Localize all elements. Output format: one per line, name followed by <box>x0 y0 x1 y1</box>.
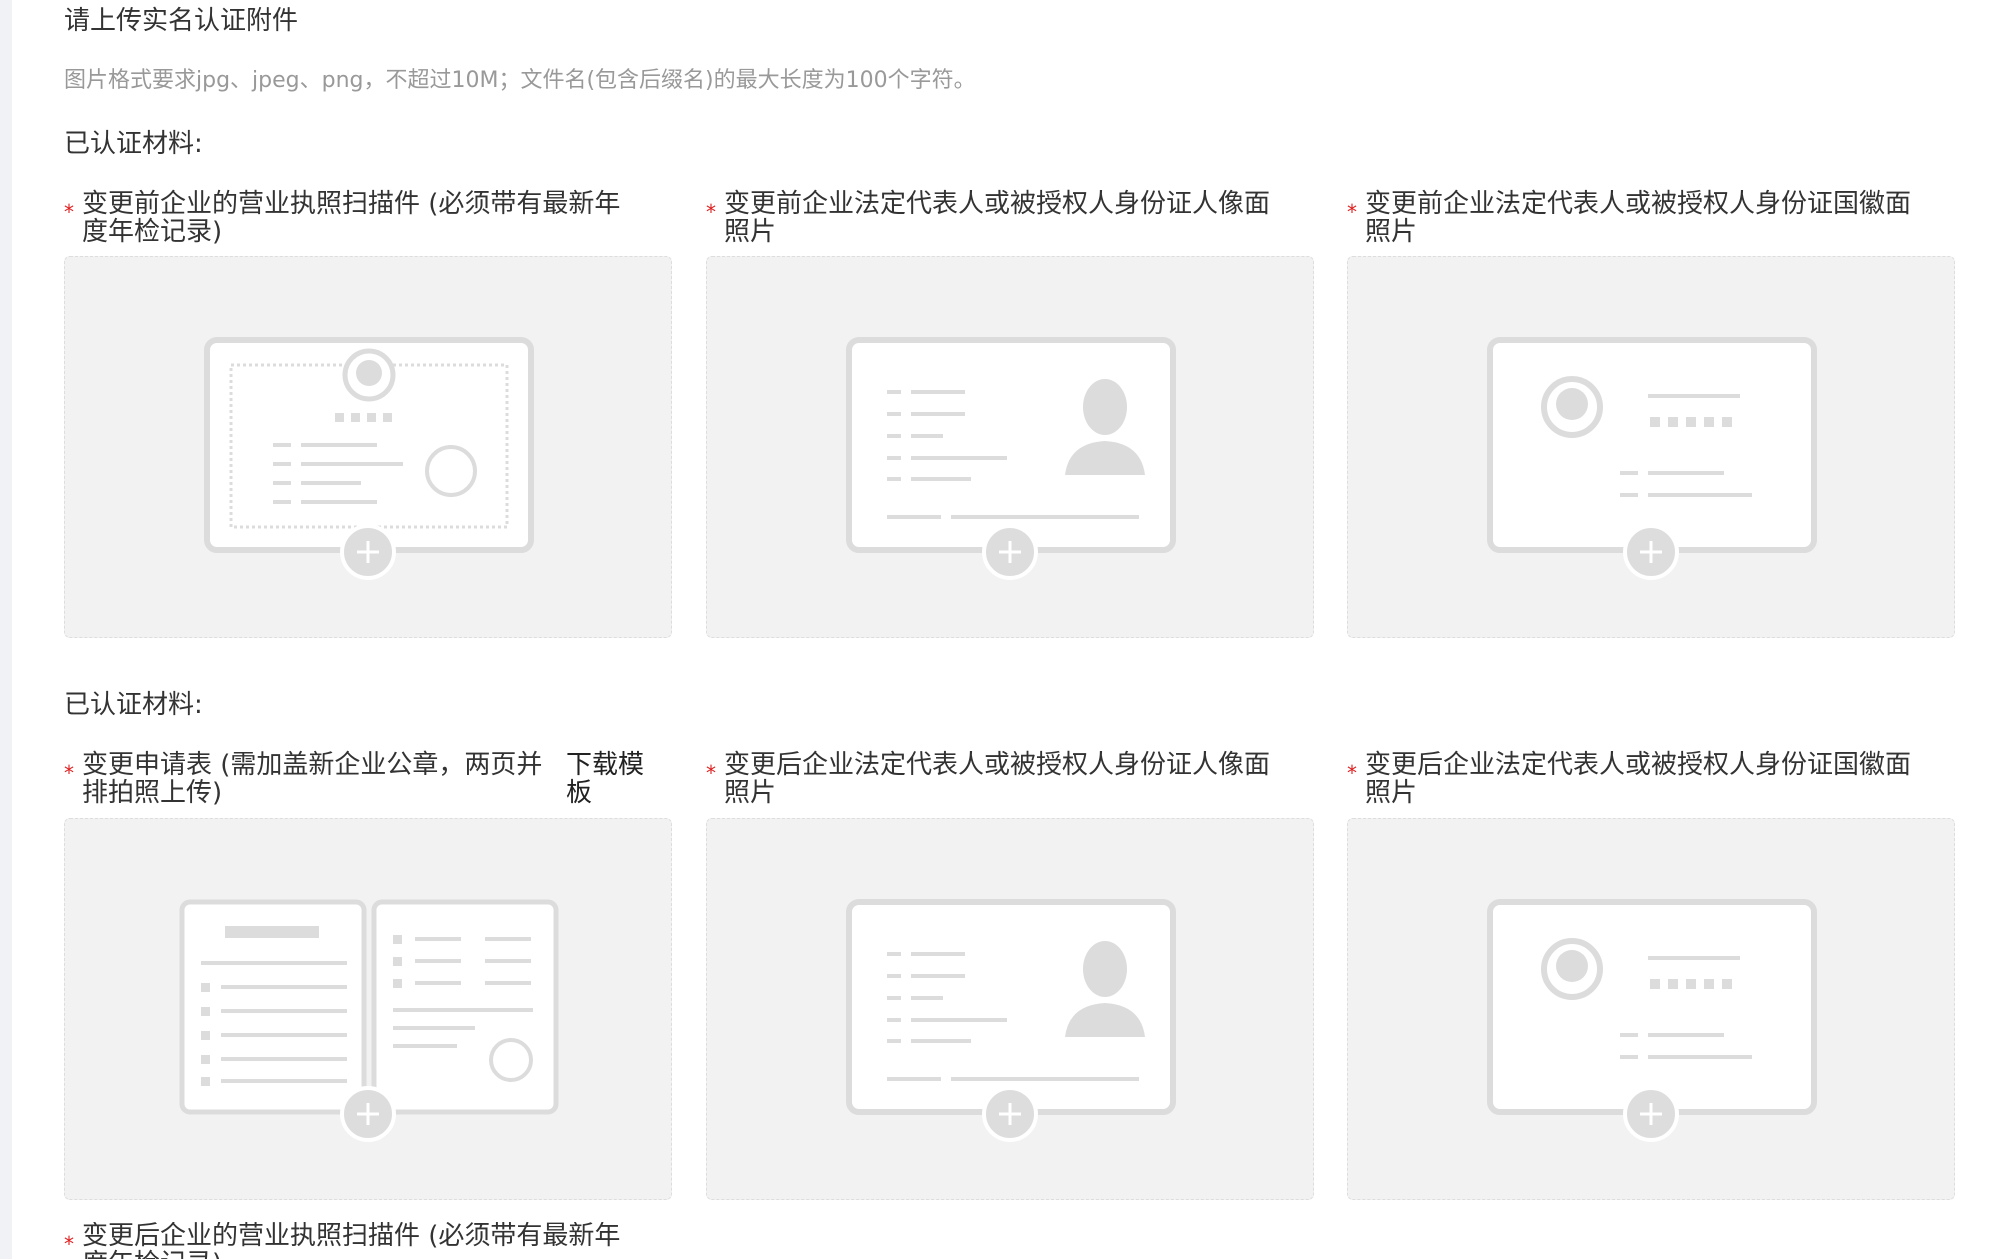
format-tip: 图片格式要求jpg、jpeg、png，不超过10M；文件名(包含后缀名)的最大长… <box>64 68 976 93</box>
upload-card-license-before[interactable] <box>64 256 672 638</box>
upload-card-id-portrait-after[interactable] <box>706 818 1314 1200</box>
id-card-emblem-icon <box>1487 337 1817 580</box>
application-form-icon <box>179 899 559 1142</box>
section-label: 已认证材料: <box>64 690 203 720</box>
required-mark: * <box>64 200 74 224</box>
id-card-portrait-icon <box>846 899 1176 1142</box>
required-mark: * <box>64 1232 74 1256</box>
page-title: 请上传实名认证附件 <box>64 6 299 36</box>
label-text: 变更后企业法定代表人或被授权人身份证国徽面照片 <box>1365 750 1912 808</box>
label-text: 变更前企业法定代表人或被授权人身份证人像面照片 <box>724 189 1271 247</box>
required-mark: * <box>1347 761 1357 785</box>
label-text: 变更后企业的营业执照扫描件 (必须带有最新年度年检记录) <box>82 1222 621 1259</box>
upload-card-id-emblem-after[interactable] <box>1347 818 1955 1200</box>
label-text: 变更前企业法定代表人或被授权人身份证国徽面照片 <box>1365 189 1912 247</box>
upload-card-application-form[interactable] <box>64 818 672 1200</box>
upload-card-id-portrait-before[interactable] <box>706 256 1314 638</box>
label-text: 变更申请表 (需加盖新企业公章，两页并排拍照上传) <box>82 750 543 808</box>
required-mark: * <box>64 761 74 785</box>
required-mark: * <box>1347 200 1357 224</box>
upload-item-label: * 变更后企业的营业执照扫描件 (必须带有最新年度年检记录) <box>64 1222 664 1259</box>
section-label: 已认证材料: <box>64 129 203 159</box>
required-mark: * <box>706 761 716 785</box>
business-license-icon <box>204 337 534 580</box>
required-mark: * <box>706 200 716 224</box>
download-template-link[interactable]: 下载模板 <box>566 751 646 807</box>
id-card-portrait-icon <box>846 337 1176 580</box>
upload-card-id-emblem-before[interactable] <box>1347 256 1955 638</box>
label-text: 变更后企业法定代表人或被授权人身份证人像面照片 <box>724 750 1271 808</box>
left-strip <box>0 0 12 1259</box>
id-card-emblem-icon <box>1487 899 1817 1142</box>
label-text: 变更前企业的营业执照扫描件 (必须带有最新年度年检记录) <box>82 189 621 247</box>
